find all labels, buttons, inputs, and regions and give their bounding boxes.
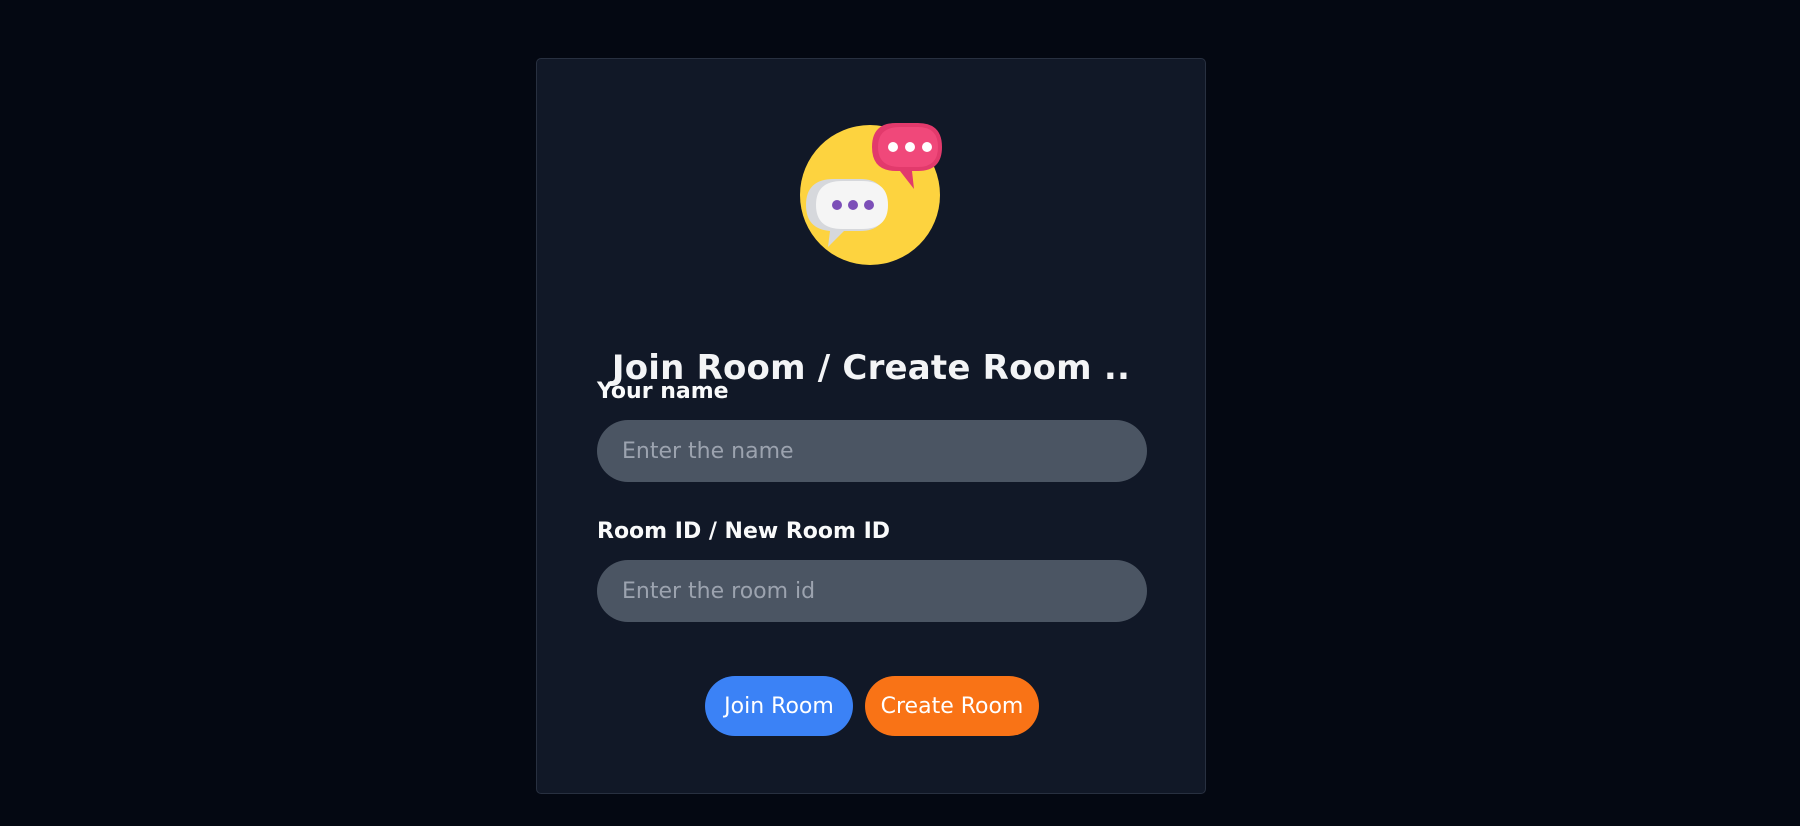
room-id-input[interactable] [597,560,1147,622]
join-create-card: Join Room / Create Room .. Your name Roo… [536,58,1206,794]
page-background: Join Room / Create Room .. Your name Roo… [0,0,1800,826]
chat-bubbles-icon [800,123,942,265]
name-field-label: Your name [597,379,729,404]
room-id-field-label: Room ID / New Room ID [597,519,891,544]
join-room-button[interactable]: Join Room [705,676,853,736]
name-input[interactable] [597,420,1147,482]
create-room-button[interactable]: Create Room [865,676,1039,736]
